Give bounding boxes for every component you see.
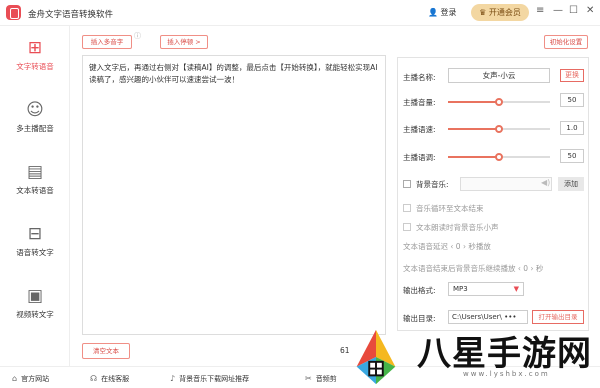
add-bgm-button[interactable]: 添加	[558, 177, 584, 191]
sidebar-item-video-to-text[interactable]: ▣ 视频转文字	[0, 278, 70, 330]
pitch-value[interactable]: 50	[560, 149, 584, 163]
pitch-knob[interactable]	[495, 153, 503, 161]
text-editor[interactable]: 键入文字后，再通过右侧对【读稿AI】的调整，最后点击【开始转换】，就能轻松实现A…	[82, 55, 386, 335]
official-site-link[interactable]: ⌂ 官方网站	[12, 374, 49, 384]
sidebar-item-label: 视频转文字	[16, 310, 54, 319]
editor-text[interactable]: 键入文字后，再通过右侧对【读稿AI】的调整，最后点击【开始转换】，就能轻松实现A…	[89, 62, 381, 86]
duck-checkbox[interactable]	[403, 223, 411, 231]
audio-edit-label: 音频剪	[315, 375, 337, 383]
format-value: MP3	[453, 285, 468, 293]
sidebar-item-file-to-speech[interactable]: ▤ 文本转语音	[0, 154, 70, 206]
online-service-link[interactable]: ☊ 在线客服	[90, 374, 129, 384]
chevron-down-icon: ▼	[513, 285, 519, 293]
sidebar-item-text-to-speech[interactable]: ⊞ 文字转语音	[0, 30, 70, 82]
speed-label: 主播语速:	[403, 125, 436, 134]
vip-button[interactable]: ♛ 开通会员	[471, 4, 529, 21]
sidebar-item-label: 语音转文字	[16, 248, 54, 257]
official-site-label: 官方网站	[21, 375, 50, 383]
close-icon[interactable]: ✕	[586, 5, 594, 16]
delay-row: 文本语音延迟 ‹ 0 › 秒播放	[403, 242, 491, 251]
bgm-download-label: 背景音乐下载网址推荐	[179, 375, 250, 383]
maximize-icon[interactable]: ☐	[569, 5, 578, 16]
pitch-slider[interactable]	[448, 153, 550, 161]
volume-label: 主播音量:	[403, 98, 436, 107]
home-icon: ⌂	[12, 374, 18, 383]
loop-label: 音乐循环至文本结束	[416, 204, 484, 213]
bgm-checkbox[interactable]	[403, 180, 411, 188]
help-icon[interactable]: ⓘ	[134, 31, 141, 41]
after-row: 文本语音结束后背景音乐继续播放 ‹ 0 › 秒	[403, 264, 544, 273]
watermark-title: 八星手游网	[417, 334, 592, 374]
duck-label: 文本朗读时背景音乐小声	[416, 223, 499, 232]
login-label: 登录	[440, 8, 457, 17]
watermark-url: www.lyshbx.com	[463, 370, 550, 378]
loop-checkbox[interactable]	[403, 204, 411, 212]
sidebar-item-voice-to-text[interactable]: ⊟ 语音转文字	[0, 216, 70, 268]
voice-to-text-icon: ⊟	[27, 224, 43, 244]
switch-anchor-button[interactable]: 更换	[560, 69, 584, 82]
online-service-label: 在线客服	[101, 375, 130, 383]
menu-icon[interactable]: ≡	[536, 5, 544, 16]
volume-fill	[448, 101, 499, 103]
user-add-icon: ☺	[26, 100, 44, 120]
volume-knob[interactable]	[495, 98, 503, 106]
insert-pause-button[interactable]: 插入停顿 >	[160, 35, 208, 49]
volume-slider[interactable]	[448, 98, 550, 106]
video-to-text-icon: ▣	[26, 286, 44, 306]
login-button[interactable]: 👤 登录	[428, 7, 457, 18]
watermark: 八星手游网 www.lyshbx.com	[345, 320, 600, 388]
sidebar-item-label: 多主播配音	[16, 124, 54, 133]
anchor-name-label: 主播名称:	[403, 73, 436, 82]
watermark-logo-icon	[356, 329, 396, 385]
sidebar: ⊞ 文字转语音 ☺ 多主播配音 ▤ 文本转语音 ⊟ 语音转文字 ▣ 视频转文字	[0, 26, 70, 366]
pitch-label: 主播语调:	[403, 153, 436, 162]
audio-edit-link[interactable]: ✂ 音频剪	[305, 374, 337, 384]
vip-label: 开通会员	[488, 8, 521, 17]
bgm-download-link[interactable]: ♪ 背景音乐下载网址推荐	[170, 374, 249, 384]
delay-unit: 秒播放	[468, 242, 491, 251]
headset-icon: ☊	[90, 374, 98, 383]
delay-value[interactable]: 0	[456, 242, 461, 251]
delay-label: 文本语音延迟	[403, 242, 448, 251]
speaker-icon: ◀)	[541, 178, 551, 187]
sidebar-item-multi-anchor[interactable]: ☺ 多主播配音	[0, 92, 70, 144]
speed-value[interactable]: 1.0	[560, 121, 584, 135]
volume-value[interactable]: 50	[560, 93, 584, 107]
scissors-icon: ✂	[305, 374, 312, 383]
bgm-label: 背景音乐:	[416, 180, 449, 189]
after-unit: 秒	[535, 264, 544, 273]
crown-icon: ♛	[479, 8, 487, 17]
app-title: 金舟文字语音转换软件	[28, 10, 114, 20]
init-settings-button[interactable]: 初始化设置	[544, 35, 588, 49]
pitch-fill	[448, 156, 499, 158]
after-value[interactable]: 0	[523, 264, 528, 273]
format-select[interactable]: MP3 ▼	[448, 282, 524, 296]
title-bar: 金舟文字语音转换软件 👤 登录 ♛ 开通会员 ≡ — ☐ ✕	[0, 0, 600, 26]
app-logo-icon	[6, 5, 21, 20]
speed-fill	[448, 128, 499, 130]
after-label: 文本语音结束后背景音乐继续播放	[403, 264, 516, 273]
anchor-name-field[interactable]: 女声-小云	[448, 68, 550, 83]
speed-slider[interactable]	[448, 125, 550, 133]
sidebar-item-label: 文字转语音	[16, 62, 54, 71]
sidebar-item-label: 文本转语音	[16, 186, 54, 195]
minimize-icon[interactable]: —	[553, 5, 563, 16]
bgm-input[interactable]	[460, 177, 552, 191]
insert-phonetic-button[interactable]: 插入多音字	[82, 35, 132, 49]
user-icon: 👤	[428, 8, 438, 17]
clear-text-button[interactable]: 清空文本	[82, 343, 130, 359]
format-label: 输出格式:	[403, 286, 436, 295]
music-icon: ♪	[170, 374, 176, 383]
document-icon: ▤	[26, 162, 44, 182]
text-to-speech-icon: ⊞	[27, 38, 43, 58]
speed-knob[interactable]	[495, 125, 503, 133]
